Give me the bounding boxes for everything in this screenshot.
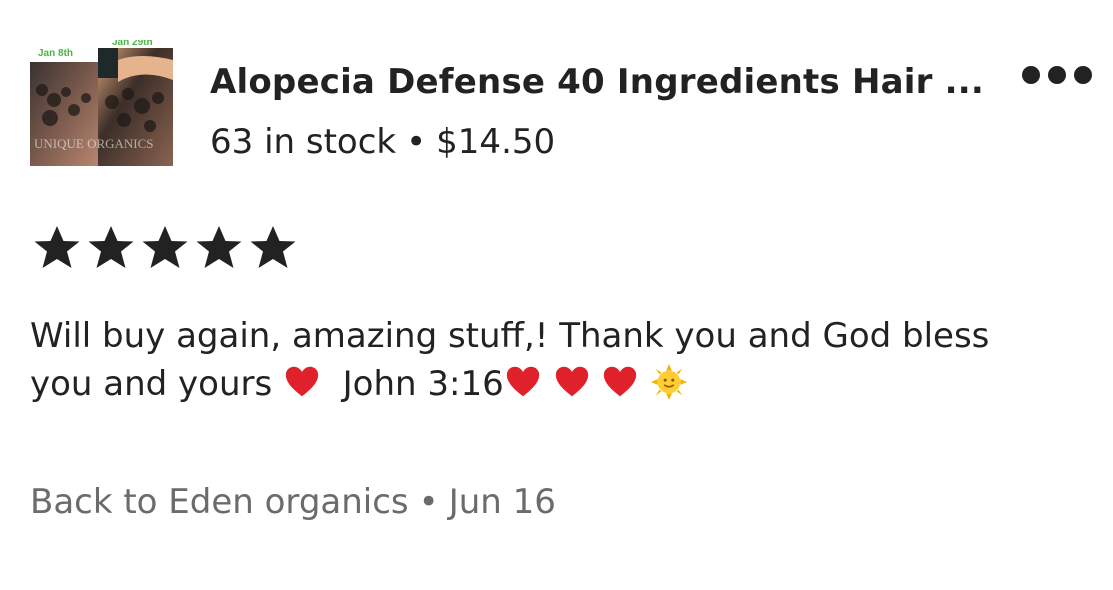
separator-dot: •	[418, 482, 439, 522]
heart-icon	[285, 366, 319, 397]
review-text: Will buy again, amazing stuff,! Thank yo…	[30, 312, 1110, 408]
more-options-icon[interactable]	[1022, 66, 1102, 86]
sun-face-icon	[651, 363, 688, 401]
review-line-2-text: you and yours	[30, 364, 273, 404]
star-icon	[88, 226, 134, 268]
stock-count: 63 in stock	[210, 122, 397, 162]
separator-dot: •	[406, 122, 427, 162]
stock-price-line: 63 in stock • $14.50	[210, 122, 555, 162]
product-thumbnail[interactable]: Jan 8th Jan 29th UNIQUE ORGANICS	[30, 40, 173, 166]
product-price: $14.50	[436, 122, 556, 162]
review-meta: Back to Eden organics • Jun 16	[30, 482, 556, 522]
star-icon	[142, 226, 188, 268]
product-title[interactable]: Alopecia Defense 40 Ingredients Hair ...	[210, 62, 990, 102]
thumbnail-watermark: UNIQUE ORGANICS	[34, 136, 154, 151]
heart-icon	[506, 366, 539, 397]
thumbnail-date-before: Jan 8th	[38, 48, 73, 59]
review-line-1: Will buy again, amazing stuff,! Thank yo…	[30, 316, 990, 356]
review-line-2: you and yours John 3:16	[30, 360, 1110, 408]
star-icon	[250, 226, 296, 268]
thumbnail-date-after: Jan 29th	[112, 40, 153, 48]
star-rating	[30, 222, 300, 274]
star-icon	[34, 226, 80, 268]
review-date: Jun 16	[448, 482, 556, 522]
product-thumbnail-image: Jan 8th Jan 29th UNIQUE ORGANICS	[30, 40, 173, 166]
heart-icon	[604, 366, 637, 397]
review-bible-verse: John 3:16	[342, 364, 504, 404]
star-icon	[196, 226, 242, 268]
shop-name-link[interactable]: Back to Eden organics	[30, 482, 409, 522]
heart-icon	[555, 366, 588, 397]
